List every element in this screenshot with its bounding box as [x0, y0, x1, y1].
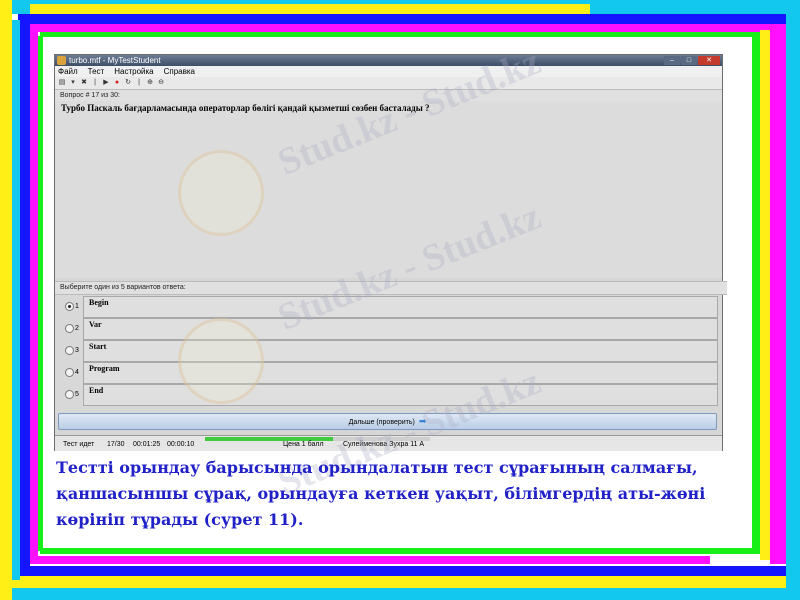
- frame-band-left-blue: [20, 22, 30, 567]
- frame-band-top-yellow: [30, 4, 590, 14]
- frame-band-top-magenta: [30, 24, 790, 32]
- maximize-button[interactable]: □: [681, 56, 697, 65]
- refresh-icon[interactable]: ↻: [124, 79, 132, 87]
- option-box[interactable]: Begin: [83, 296, 718, 318]
- frame-band-bottom-magenta: [10, 556, 710, 564]
- option-label: End: [89, 386, 104, 395]
- record-icon[interactable]: ●: [113, 79, 121, 87]
- answer-options: 1 Begin 2 Var 3 Start 4 Program 5 End: [55, 295, 722, 413]
- option-label: Var: [89, 320, 102, 329]
- menu-test[interactable]: Тест: [88, 66, 105, 77]
- stop-icon[interactable]: ✖: [80, 79, 88, 87]
- option-box[interactable]: End: [83, 384, 718, 406]
- open-icon[interactable]: ▤: [58, 79, 66, 87]
- status-question-count: 17/30: [107, 441, 125, 448]
- window-controls: – □ ✕: [664, 56, 720, 65]
- frame-band-left-magenta: [30, 30, 38, 560]
- radio-button-5[interactable]: [65, 390, 74, 399]
- answer-option-5[interactable]: 5 End: [55, 383, 722, 406]
- option-number: 5: [75, 391, 79, 398]
- frame-band-bottom-green: [40, 548, 770, 554]
- answer-option-3[interactable]: 3 Start: [55, 339, 722, 362]
- option-label: Program: [89, 364, 120, 373]
- status-elapsed-time: 00:01:25: [133, 441, 161, 448]
- radio-button-4[interactable]: [65, 368, 74, 377]
- option-label: Start: [89, 342, 107, 351]
- watermark-logo-icon: [178, 150, 264, 236]
- radio-button-2[interactable]: [65, 324, 74, 333]
- zoom-out-icon[interactable]: ⊖: [157, 79, 165, 87]
- menu-bar: Файл Тест Настройка Справка: [55, 66, 722, 77]
- answer-option-4[interactable]: 4 Program: [55, 361, 722, 384]
- minimize-button[interactable]: –: [664, 56, 680, 65]
- option-number: 4: [75, 369, 79, 376]
- title-bar: turbo.mtf - MyTestStudent – □ ✕: [55, 55, 722, 66]
- menu-help[interactable]: Справка: [164, 66, 195, 77]
- frame-band-right-green: [752, 36, 760, 551]
- close-button[interactable]: ✕: [698, 56, 720, 65]
- option-number: 2: [75, 325, 79, 332]
- frame-band-bottom-blue: [20, 566, 790, 576]
- frame-band-bottom-cyan: [0, 588, 800, 600]
- radio-button-3[interactable]: [65, 346, 74, 355]
- zoom-in-icon[interactable]: ⊕: [146, 79, 154, 87]
- menu-settings[interactable]: Настройка: [114, 66, 153, 77]
- frame-band-left-yellow: [0, 0, 12, 600]
- slide-caption: Тестті орындау барысында орындалатын тес…: [56, 458, 706, 529]
- menu-file[interactable]: Файл: [58, 66, 78, 77]
- answer-option-2[interactable]: 2 Var: [55, 317, 722, 340]
- frame-band-right-yellow: [760, 30, 770, 560]
- toolbar: ▤ ▾ ✖ | ▶ ● ↻ | ⊕ ⊖: [55, 77, 722, 90]
- window-title: turbo.mtf - MyTestStudent: [69, 56, 161, 65]
- separator-icon-2: |: [138, 79, 140, 86]
- option-box[interactable]: Var: [83, 318, 718, 340]
- option-number: 3: [75, 347, 79, 354]
- separator-icon: |: [94, 79, 96, 86]
- status-state: Тест идет: [63, 441, 95, 448]
- frame-band-top-blue: [18, 14, 788, 24]
- option-label: Begin: [89, 298, 109, 307]
- status-time-limit: 00:00:10: [167, 441, 195, 448]
- option-number: 1: [75, 303, 79, 310]
- frame-band-left-cyan: [12, 20, 20, 580]
- watermark-logo-icon-2: [178, 318, 264, 404]
- frame-band-right-magenta: [770, 24, 786, 564]
- app-icon: [57, 56, 66, 65]
- radio-button-1[interactable]: [65, 302, 74, 311]
- frame-band-right-cyan: [786, 0, 800, 600]
- down-arrow-icon[interactable]: ▾: [69, 79, 77, 87]
- play-icon[interactable]: ▶: [102, 79, 110, 87]
